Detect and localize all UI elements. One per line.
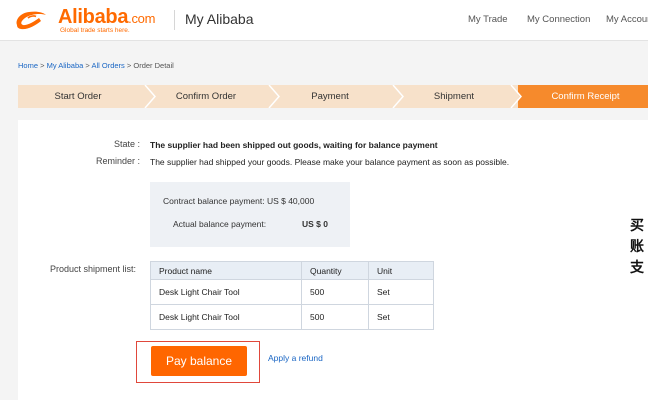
- unit-cell: Set: [368, 304, 434, 330]
- breadcrumb-separator: >: [85, 61, 90, 70]
- overlay-char: 支: [630, 260, 644, 276]
- nav-my-account[interactable]: My Account: [606, 14, 648, 25]
- header-divider: [174, 10, 175, 30]
- step-payment: Payment: [311, 91, 349, 102]
- reminder-label: Reminder :: [95, 156, 140, 166]
- table-row: Desk Light Chair Tool 500 Set: [150, 304, 434, 330]
- alibaba-logo-mark-icon: [16, 11, 46, 30]
- state-label: State :: [113, 139, 140, 149]
- nav-my-connection[interactable]: My Connection: [527, 14, 590, 25]
- column-header-product: Product name: [150, 261, 302, 280]
- product-name-cell: Desk Light Chair Tool: [150, 304, 302, 330]
- table-header-row: Product name Quantity Unit: [150, 261, 434, 280]
- logo-tagline: Global trade starts here.: [60, 27, 130, 34]
- breadcrumb-current: Order Detail: [133, 61, 174, 70]
- contract-balance-text: Contract balance payment: US $ 40,000: [163, 196, 315, 206]
- product-name-cell: Desk Light Chair Tool: [150, 279, 302, 305]
- actual-balance-label: Actual balance payment:: [173, 219, 267, 229]
- actual-balance-value: US $ 0: [302, 219, 328, 229]
- apply-refund-link[interactable]: Apply a refund: [268, 353, 323, 363]
- column-header-unit: Unit: [368, 261, 434, 280]
- quantity-cell: 500: [301, 304, 369, 330]
- step-confirm-receipt: Confirm Receipt: [551, 91, 620, 102]
- breadcrumb-my-alibaba[interactable]: My Alibaba: [47, 61, 84, 70]
- unit-cell: Set: [368, 279, 434, 305]
- top-header: Alibaba.com Global trade starts here. My…: [0, 0, 648, 41]
- breadcrumb-home[interactable]: Home: [18, 61, 38, 70]
- step-start-order: Start Order: [54, 91, 102, 102]
- breadcrumb-separator: >: [126, 61, 132, 70]
- overlay-char: 买: [630, 218, 644, 234]
- nav-my-trade[interactable]: My Trade: [468, 14, 508, 25]
- column-header-quantity: Quantity: [301, 261, 369, 280]
- order-progress-steps: Start Order Confirm Order Payment Shipme…: [18, 85, 648, 108]
- page-title[interactable]: My Alibaba: [185, 11, 253, 27]
- quantity-cell: 500: [301, 279, 369, 305]
- alibaba-logo[interactable]: Alibaba.com Global trade starts here.: [14, 6, 164, 34]
- overlay-char: 账: [630, 239, 644, 255]
- shipment-list-label: Product shipment list:: [49, 264, 136, 274]
- table-row: Desk Light Chair Tool 500 Set: [150, 279, 434, 305]
- breadcrumb-separator: >: [40, 61, 45, 70]
- shipment-table: Product name Quantity Unit Desk Light Ch…: [150, 261, 434, 330]
- balance-summary-box: Contract balance payment: US $ 40,000 Ac…: [150, 182, 350, 247]
- step-shipment: Shipment: [433, 91, 475, 102]
- breadcrumb: Home > My Alibaba > All Orders > Order D…: [18, 61, 174, 70]
- reminder-value: The supplier had shipped your goods. Ple…: [150, 157, 510, 167]
- pay-balance-button[interactable]: Pay balance: [151, 346, 247, 376]
- step-confirm-order: Confirm Order: [175, 91, 237, 102]
- logo-wordmark: Alibaba.com: [58, 6, 156, 28]
- state-value: The supplier had been shipped out goods,…: [150, 140, 438, 150]
- breadcrumb-all-orders[interactable]: All Orders: [91, 61, 124, 70]
